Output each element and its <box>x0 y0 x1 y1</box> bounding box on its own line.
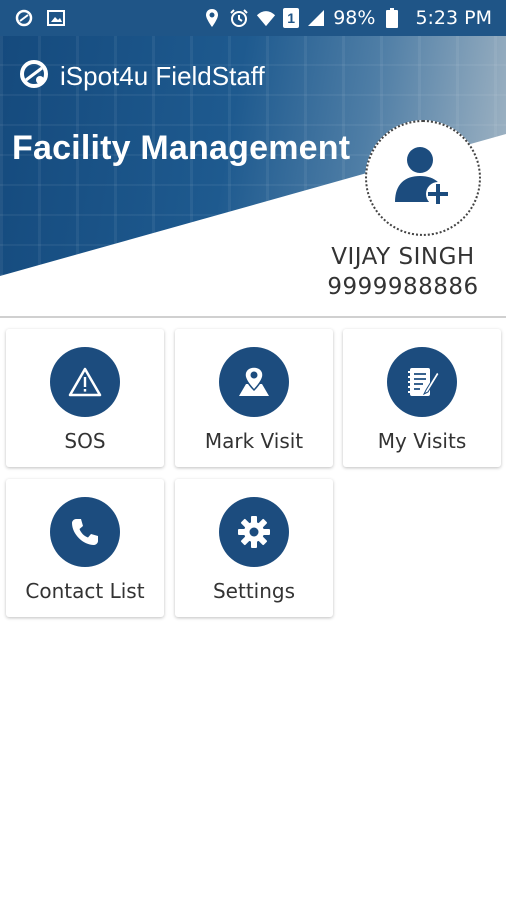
tile-mark-visit[interactable]: Mark Visit <box>175 329 333 467</box>
ispot-notification-icon <box>14 8 34 28</box>
signal-icon <box>306 8 326 28</box>
tile-label: SOS <box>64 429 106 453</box>
tile-label: Mark Visit <box>204 429 304 453</box>
user-phone: 9999988886 <box>327 274 479 300</box>
add-profile-photo-button[interactable] <box>365 120 481 236</box>
gear-icon <box>219 497 289 567</box>
tile-settings[interactable]: Settings <box>175 479 333 617</box>
battery-percent: 98% <box>333 7 376 29</box>
app-brand: iSpot4u FieldStaff <box>18 58 265 95</box>
app-name: iSpot4u FieldStaff <box>60 61 265 91</box>
tile-label: My Visits <box>377 429 467 453</box>
clock: 5:23 PM <box>415 7 492 29</box>
map-pin-icon <box>219 347 289 417</box>
warning-icon <box>50 347 120 417</box>
alarm-icon <box>229 8 249 28</box>
page-title: Facility Management <box>12 129 351 167</box>
tile-label: Contact List <box>25 579 145 603</box>
tile-my-visits[interactable]: My Visits <box>343 329 501 467</box>
user-add-icon <box>393 144 453 213</box>
sim-icon: 1 <box>283 8 300 28</box>
app-logo-icon <box>18 58 50 95</box>
image-notification-icon <box>46 8 66 28</box>
user-name: VIJAY SINGH <box>331 244 475 270</box>
location-icon <box>202 8 222 28</box>
tile-contact-list[interactable]: Contact List <box>6 479 164 617</box>
notebook-icon <box>387 347 457 417</box>
phone-icon <box>50 497 120 567</box>
divider <box>0 316 506 318</box>
wifi-icon <box>256 8 276 28</box>
battery-icon <box>382 8 402 28</box>
status-bar: 1 98% 5:23 PM <box>0 0 506 36</box>
tile-label: Settings <box>212 579 296 603</box>
tile-sos[interactable]: SOS <box>6 329 164 467</box>
